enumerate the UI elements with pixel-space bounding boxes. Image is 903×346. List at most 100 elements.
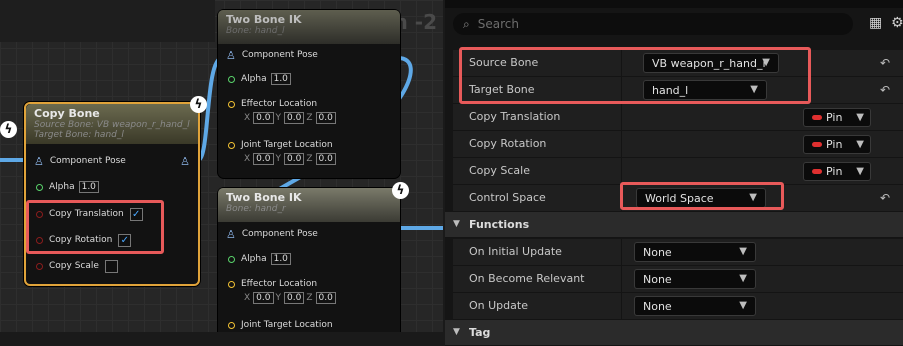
- column-divider: [621, 104, 622, 131]
- pin-label: Alpha: [241, 74, 267, 84]
- copy-bone-node[interactable]: Copy Bone Source Bone: VB weapon_r_hand_…: [24, 102, 200, 286]
- node-title: Two Bone IK: [226, 13, 302, 26]
- reset-to-default-icon[interactable]: ↶: [880, 56, 890, 70]
- pin-icon: [812, 115, 822, 120]
- dropdown-value: Pin: [826, 111, 843, 124]
- two-bone-ik-node-2[interactable]: Two Bone IK Bone: hand_r ♙ Component Pos…: [218, 188, 400, 332]
- dropdown-value: None: [643, 272, 672, 286]
- details-panel: ⌕ Search ▦ ⚙ Source Bone VB weapon_r_han…: [445, 0, 903, 346]
- property-label: On Initial Update: [469, 245, 562, 258]
- alpha-input[interactable]: 1.0: [270, 253, 291, 265]
- property-label: Copy Scale: [469, 164, 530, 177]
- effector-vector-input[interactable]: X 0.0 Y 0.0 Z 0.0: [244, 112, 336, 124]
- joint-target-vector-input[interactable]: X 0.0 Y 0.0 Z 0.0: [244, 153, 336, 165]
- alpha-pin[interactable]: Alpha 1.0: [218, 70, 400, 88]
- functions-section-header[interactable]: ▼ Functions: [445, 212, 903, 238]
- pose-output-pin-icon[interactable]: ♙: [180, 155, 190, 168]
- pin-label: Alpha: [241, 254, 267, 264]
- on-become-relevant-dropdown[interactable]: None ▼: [634, 269, 756, 289]
- z-input[interactable]: 0.0: [315, 112, 336, 124]
- collapse-triangle-icon: ▼: [453, 327, 460, 337]
- node-subtitle: Bone: hand_r: [226, 204, 286, 214]
- x-label: X: [244, 154, 251, 164]
- on-initial-update-dropdown[interactable]: None ▼: [634, 242, 756, 262]
- on-update-dropdown[interactable]: None ▼: [634, 296, 756, 316]
- pin-icon: [812, 169, 822, 174]
- copy-translation-pin-dropdown[interactable]: Pin ▼: [803, 108, 871, 127]
- table-view-icon[interactable]: ▦: [869, 15, 882, 31]
- copy-rotation-pin-dropdown[interactable]: Pin ▼: [803, 135, 871, 154]
- anim-graph-canvas[interactable]: Zoom -2 Two Bone IK Bone: hand_l ♙ Compo…: [0, 0, 443, 332]
- pin-label: Component Pose: [241, 50, 318, 60]
- collapse-triangle-icon: ▼: [453, 219, 460, 229]
- copy-scale-pin-dropdown[interactable]: Pin ▼: [803, 162, 871, 181]
- y-label: Y: [275, 293, 282, 303]
- y-label: Y: [275, 113, 282, 123]
- effector-vector-input[interactable]: X 0.0 Y 0.0 Z 0.0: [244, 292, 336, 304]
- pin-label: Effector Location: [241, 279, 318, 289]
- chevron-down-icon: ▼: [856, 112, 864, 123]
- dropdown-value: None: [643, 299, 672, 313]
- chevron-down-icon: ▼: [739, 273, 747, 284]
- joint-target-location-pin[interactable]: Joint Target Location: [218, 316, 400, 332]
- highlight-box-bones: [459, 47, 811, 104]
- effector-location-pin[interactable]: Effector Location: [218, 95, 400, 113]
- pin-icon: [812, 142, 822, 147]
- two-bone-ik-node-1[interactable]: Two Bone IK Bone: hand_l ♙ Component Pos…: [218, 10, 400, 178]
- bool-pin-icon: [36, 262, 43, 270]
- node-subtitle: Bone: hand_l: [226, 26, 285, 36]
- section-title: Tag: [469, 326, 491, 339]
- column-divider: [621, 266, 622, 293]
- pin-label: Joint Target Location: [241, 320, 333, 330]
- property-label: On Update: [469, 299, 528, 312]
- on-update-row: On Update None ▼: [453, 293, 903, 320]
- z-label: Z: [306, 293, 313, 303]
- copy-scale-row: Copy Scale Pin ▼: [453, 158, 903, 185]
- component-pose-pin[interactable]: ♙ Component Pose ♙: [26, 152, 198, 170]
- copy-translation-row: Copy Translation Pin ▼: [453, 104, 903, 131]
- search-input[interactable]: ⌕ Search: [453, 13, 853, 35]
- x-input[interactable]: 0.0: [253, 292, 274, 304]
- pose-pin-icon: ♙: [226, 48, 236, 62]
- node-header: Copy Bone Source Bone: VB weapon_r_hand_…: [26, 104, 198, 144]
- reset-to-default-icon[interactable]: ↶: [880, 191, 890, 205]
- column-divider: [621, 158, 622, 185]
- property-label: Control Space: [469, 191, 546, 204]
- z-input[interactable]: 0.0: [315, 292, 336, 304]
- y-input[interactable]: 0.0: [284, 112, 305, 124]
- property-label: On Become Relevant: [469, 272, 585, 285]
- dropdown-value: Pin: [826, 165, 843, 178]
- node-subtitle-source: Source Bone: VB weapon_r_hand_l: [34, 120, 190, 130]
- highlight-box-pins: [26, 200, 164, 254]
- node-subtitle-target: Target Bone: hand_l: [34, 130, 124, 140]
- z-input[interactable]: 0.0: [315, 153, 336, 165]
- copy-scale-checkbox[interactable]: [104, 259, 118, 273]
- alpha-pin[interactable]: Alpha 1.0: [218, 250, 400, 268]
- alpha-input[interactable]: 1.0: [270, 73, 291, 85]
- joint-target-location-pin[interactable]: Joint Target Location: [218, 136, 400, 154]
- fast-path-icon: ϟ: [0, 121, 17, 138]
- reset-to-default-icon[interactable]: ↶: [880, 83, 890, 97]
- x-input[interactable]: 0.0: [253, 153, 274, 165]
- tag-section-header[interactable]: ▼ Tag: [445, 320, 903, 346]
- section-title: Functions: [469, 218, 530, 231]
- x-input[interactable]: 0.0: [253, 112, 274, 124]
- fast-path-icon: ϟ: [190, 96, 207, 113]
- float-pin-icon: [228, 255, 235, 263]
- on-initial-update-row: On Initial Update None ▼: [453, 239, 903, 266]
- pin-label: Component Pose: [49, 156, 126, 166]
- alpha-input[interactable]: 1.0: [78, 181, 99, 193]
- column-divider: [621, 239, 622, 266]
- chevron-down-icon: ▼: [856, 166, 864, 177]
- y-input[interactable]: 0.0: [284, 153, 305, 165]
- y-input[interactable]: 0.0: [284, 292, 305, 304]
- copy-scale-pin[interactable]: Copy Scale: [26, 257, 198, 275]
- dropdown-value: Pin: [826, 138, 843, 151]
- settings-gear-icon[interactable]: ⚙: [891, 15, 903, 31]
- component-pose-pin[interactable]: ♙ Component Pose: [218, 46, 400, 64]
- effector-location-pin[interactable]: Effector Location: [218, 275, 400, 293]
- search-icon: ⌕: [463, 16, 470, 31]
- z-label: Z: [306, 154, 313, 164]
- alpha-pin[interactable]: Alpha 1.0: [26, 178, 198, 196]
- component-pose-pin[interactable]: ♙ Component Pose: [218, 225, 400, 243]
